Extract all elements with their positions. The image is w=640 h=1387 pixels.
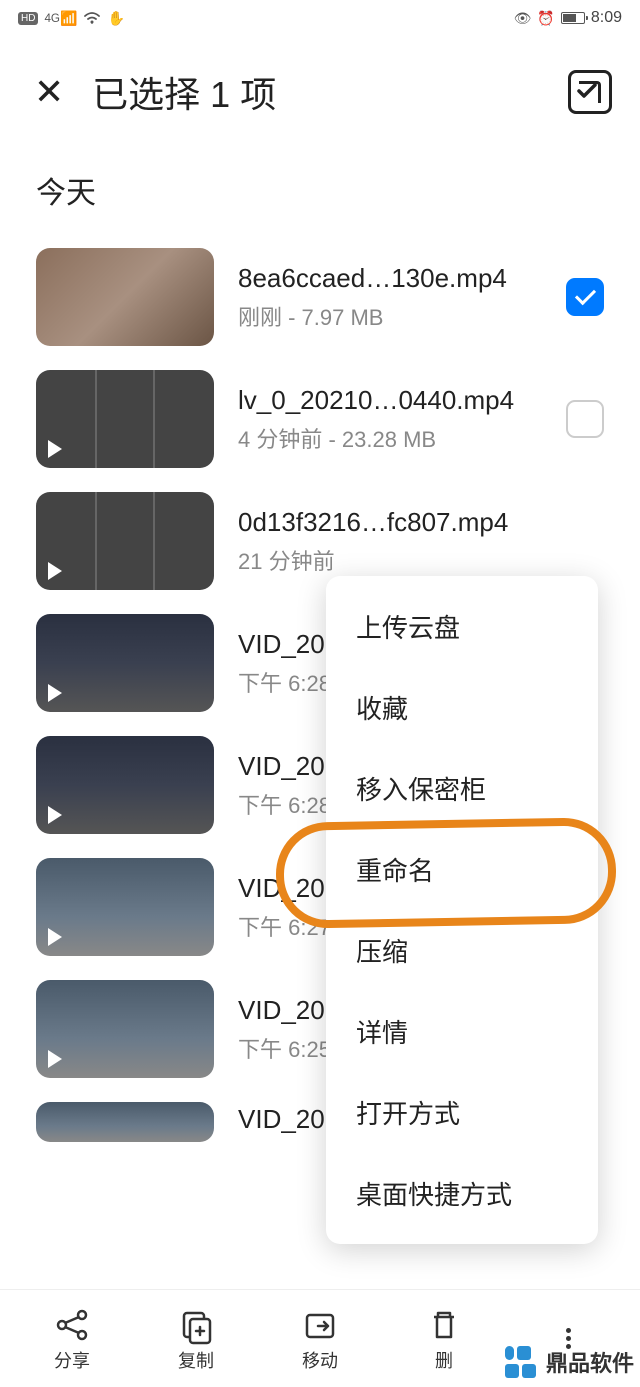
share-label: 分享 [54, 1347, 90, 1373]
play-icon [48, 1050, 62, 1068]
hand-icon: ✋ [107, 10, 124, 27]
file-checkbox[interactable] [566, 400, 604, 438]
context-menu: 上传云盘 收藏 移入保密柜 重命名 压缩 详情 打开方式 桌面快捷方式 [326, 576, 598, 1244]
delete-button[interactable]: 删 [382, 1305, 506, 1373]
delete-label: 删 [435, 1347, 453, 1373]
file-name: 0d13f3216…fc807.mp4 [238, 507, 604, 538]
video-thumbnail [36, 248, 214, 346]
status-bar: HD 4G📶 ✋ 👁 ⏰ 8:09 [0, 0, 640, 36]
select-all-button[interactable] [568, 70, 612, 114]
play-icon [48, 684, 62, 702]
menu-favorite[interactable]: 收藏 [326, 667, 598, 748]
move-button[interactable]: 移动 [258, 1305, 382, 1373]
video-thumbnail [36, 980, 214, 1078]
file-item[interactable]: lv_0_20210…0440.mp4 4 分钟前 - 23.28 MB [36, 358, 640, 480]
play-icon [48, 806, 62, 824]
watermark: 鼎品软件 [502, 1343, 634, 1381]
battery-icon [561, 12, 585, 24]
menu-details[interactable]: 详情 [326, 991, 598, 1072]
menu-move-safe[interactable]: 移入保密柜 [326, 748, 598, 829]
watermark-logo-icon [502, 1343, 540, 1381]
file-meta: 4 分钟前 - 23.28 MB [238, 422, 542, 454]
file-meta: 21 分钟前 [238, 544, 604, 576]
video-thumbnail [36, 492, 214, 590]
share-button[interactable]: 分享 [10, 1305, 134, 1373]
file-item[interactable]: 8ea6ccaed…130e.mp4 刚刚 - 7.97 MB [36, 236, 640, 358]
file-name: lv_0_20210…0440.mp4 [238, 385, 542, 416]
clock-text: 8:09 [591, 9, 622, 27]
selection-header: ✕ 已选择 1 项 [0, 36, 640, 148]
wifi-icon [83, 11, 101, 25]
video-thumbnail [36, 858, 214, 956]
menu-compress[interactable]: 压缩 [326, 910, 598, 991]
section-title: 今天 [0, 148, 640, 236]
play-icon [48, 562, 62, 580]
watermark-text: 鼎品软件 [546, 1346, 634, 1378]
file-meta: 刚刚 - 7.97 MB [238, 300, 542, 332]
alarm-icon: ⏰ [537, 10, 554, 27]
play-icon [48, 440, 62, 458]
header-title: 已选择 1 项 [92, 66, 540, 118]
file-name: 8ea6ccaed…130e.mp4 [238, 263, 542, 294]
copy-label: 复制 [178, 1347, 214, 1373]
signal-icon: 4G📶 [44, 10, 77, 27]
close-button[interactable]: ✕ [34, 74, 64, 110]
video-thumbnail [36, 614, 214, 712]
menu-rename[interactable]: 重命名 [326, 829, 598, 910]
menu-open-with[interactable]: 打开方式 [326, 1072, 598, 1153]
move-label: 移动 [302, 1347, 338, 1373]
play-icon [48, 928, 62, 946]
video-thumbnail [36, 1102, 214, 1142]
menu-shortcut[interactable]: 桌面快捷方式 [326, 1153, 598, 1234]
video-thumbnail [36, 736, 214, 834]
hd-icon: HD [18, 12, 38, 25]
file-checkbox[interactable] [566, 278, 604, 316]
eye-icon: 👁 [514, 10, 532, 27]
menu-upload-cloud[interactable]: 上传云盘 [326, 586, 598, 667]
copy-button[interactable]: 复制 [134, 1305, 258, 1373]
video-thumbnail [36, 370, 214, 468]
